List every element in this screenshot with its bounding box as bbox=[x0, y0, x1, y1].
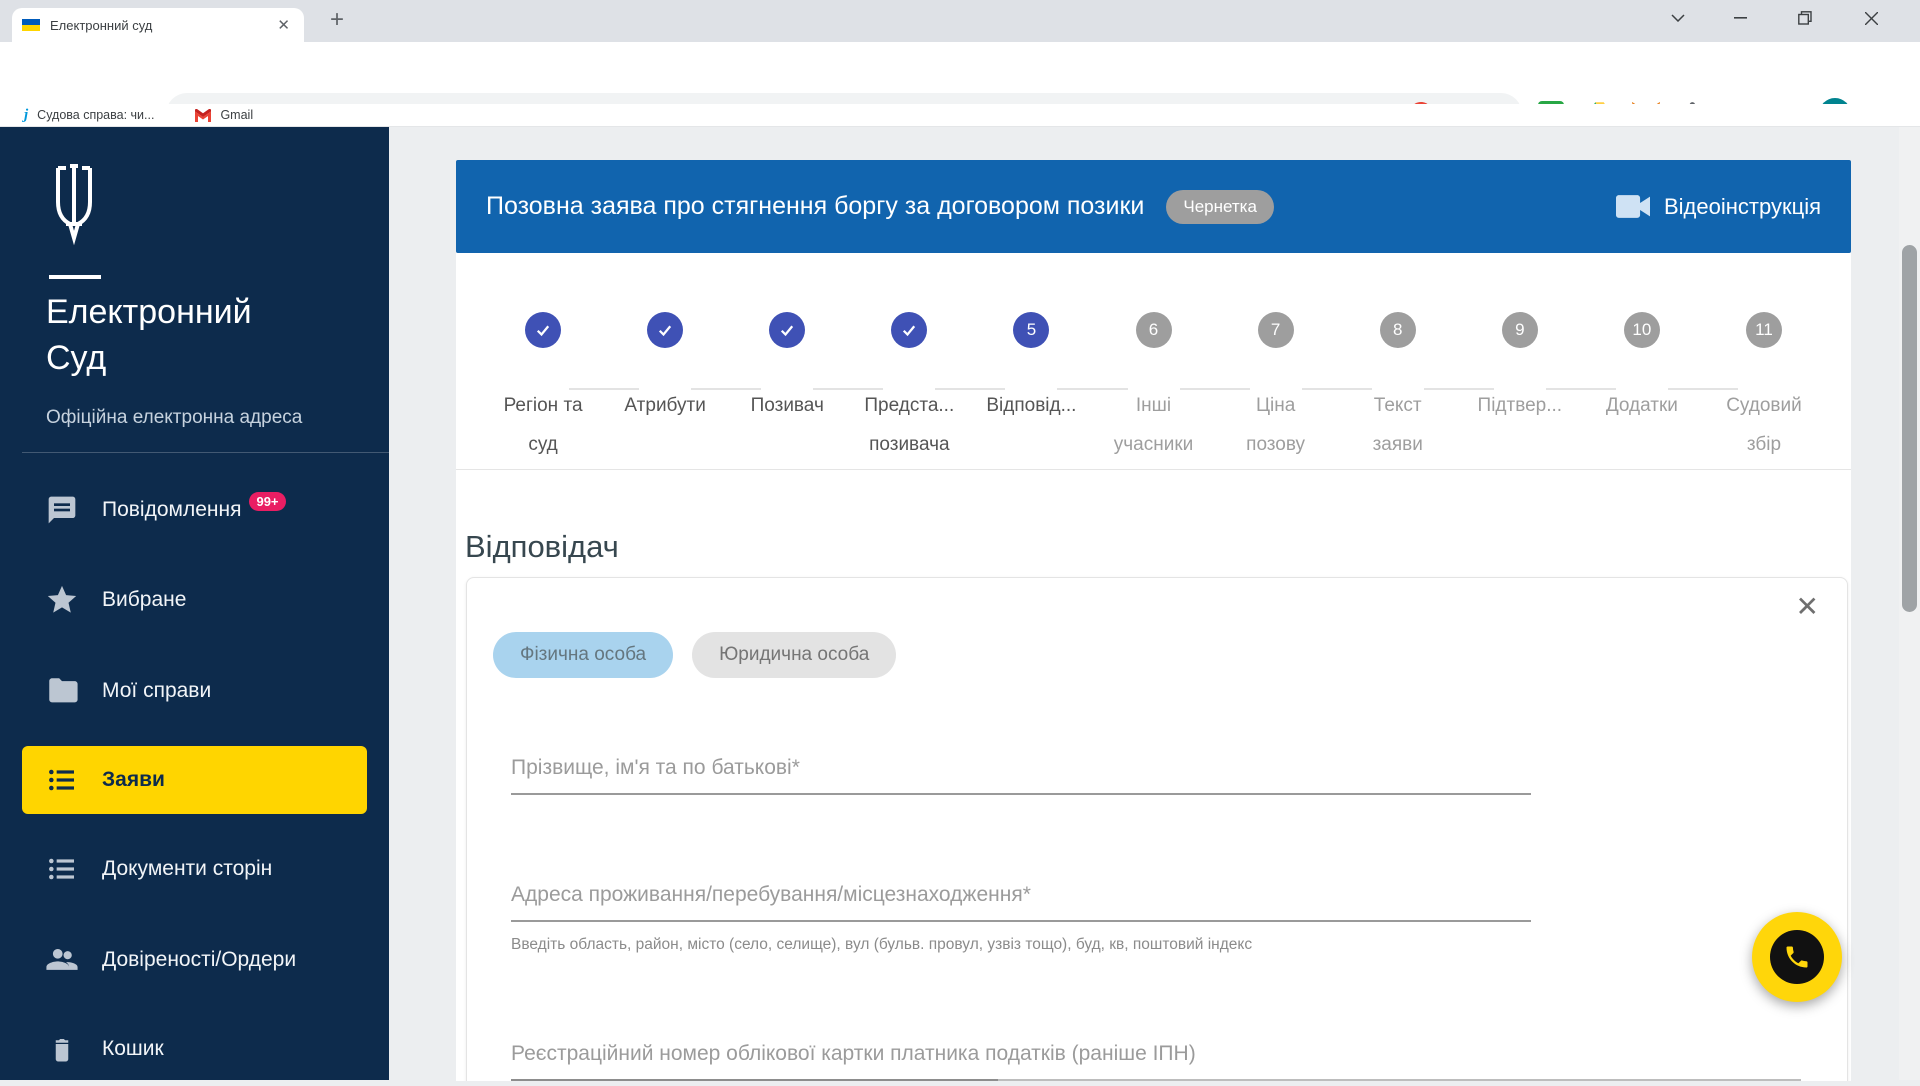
step-check-icon bbox=[769, 312, 806, 348]
window-close-button[interactable] bbox=[1848, 0, 1894, 36]
phone-icon bbox=[1770, 930, 1824, 984]
step-other-participants[interactable]: 6 Інші учасники bbox=[1057, 312, 1214, 469]
step-check-icon bbox=[647, 312, 684, 348]
tab-natural-person[interactable]: Фізична особа bbox=[493, 632, 674, 678]
input-underline bbox=[511, 920, 1531, 922]
video-instruction-link[interactable]: Відеоінструкція bbox=[1616, 194, 1821, 220]
sidebar-item-trash[interactable]: Кошик bbox=[0, 1012, 389, 1086]
sidebar-item-powers-of-attorney[interactable]: Довіреності/Ордери bbox=[0, 923, 389, 997]
gmail-icon bbox=[195, 108, 212, 122]
full-name-field[interactable]: Прізвище, ім'я та по батькові* bbox=[511, 756, 1531, 795]
folder-icon bbox=[44, 674, 80, 708]
list-icon bbox=[44, 764, 80, 796]
sidebar-item-label: Документи сторін bbox=[102, 857, 273, 880]
step-claim-text[interactable]: 8 Текст заяви bbox=[1301, 312, 1459, 469]
step-confirmation[interactable]: 9 Підтвер... bbox=[1423, 312, 1581, 469]
bookmark-court-case[interactable]: j Судова справа: чи... bbox=[24, 107, 154, 124]
tax-number-field[interactable]: Реєстраційний номер облікової картки пла… bbox=[511, 1042, 1801, 1081]
person-type-tabs: Фізична особа Юридична особа bbox=[493, 632, 897, 678]
tax-number-label: Реєстраційний номер облікової картки пла… bbox=[511, 1042, 1196, 1065]
step-number: 5 bbox=[1013, 312, 1050, 348]
sidebar-divider bbox=[22, 452, 389, 453]
step-number: 7 bbox=[1257, 312, 1294, 348]
sidebar-item-label: Мої справи bbox=[102, 679, 212, 702]
address-label: Адреса проживання/перебування/місцезнахо… bbox=[511, 883, 1031, 906]
chat-message-icon bbox=[44, 494, 80, 526]
input-underline bbox=[511, 793, 1531, 795]
sidebar-item-label: Вибране bbox=[102, 588, 187, 611]
step-defendant[interactable]: 5 Відповід... bbox=[935, 312, 1092, 469]
address-hint: Введіть область, район, місто (село, сел… bbox=[511, 936, 1253, 953]
step-check-icon bbox=[891, 312, 928, 348]
step-plaintiff[interactable]: Позивач bbox=[691, 312, 848, 469]
star-icon bbox=[44, 583, 80, 617]
page-scrollbar-thumb[interactable] bbox=[1902, 245, 1917, 612]
step-attributes[interactable]: Атрибути bbox=[569, 312, 726, 469]
new-tab-button[interactable]: + bbox=[322, 6, 352, 36]
bookmarks-bar: j Судова справа: чи... Gmail bbox=[0, 104, 1920, 127]
video-instruction-label: Відеоінструкція bbox=[1664, 193, 1821, 219]
step-number: 11 bbox=[1745, 312, 1782, 348]
card-close-icon[interactable]: ✕ bbox=[1796, 590, 1819, 623]
input-underline bbox=[511, 1079, 1801, 1081]
wizard-stepper: Регіон та суд Атрибути Позивач Предста...… bbox=[456, 253, 1851, 470]
step-check-icon bbox=[525, 312, 562, 348]
bookmark-gmail[interactable]: Gmail bbox=[194, 108, 253, 122]
sidebar-item-label: Повідомлення bbox=[102, 498, 242, 521]
defendant-card: ✕ Фізична особа Юридична особа Прізвище,… bbox=[466, 577, 1848, 1081]
sidebar-item-claims[interactable]: Заяви bbox=[22, 746, 367, 814]
sidebar-item-label: Кошик bbox=[102, 1037, 164, 1060]
minimize-button[interactable] bbox=[1717, 0, 1763, 36]
ukraine-flag-favicon bbox=[22, 19, 40, 31]
main-content: Позовна заява про стягнення боргу за дог… bbox=[389, 127, 1920, 1081]
bookmark-label: Судова справа: чи... bbox=[37, 108, 155, 122]
window-titlebar: Електронний суд ✕ + bbox=[0, 0, 1920, 42]
step-region-court[interactable]: Регіон та суд bbox=[482, 312, 604, 469]
bookmark-j-favicon: j bbox=[24, 106, 29, 123]
logo-divider-dash bbox=[49, 275, 101, 279]
sidebar: Електронний Суд Офіційна електронна адрес… bbox=[0, 127, 389, 1080]
claim-header: Позовна заява про стягнення боргу за дог… bbox=[456, 160, 1851, 253]
tab-search-chevron-icon[interactable] bbox=[1655, 0, 1701, 36]
step-number: 10 bbox=[1623, 312, 1660, 348]
sidebar-item-messages[interactable]: Повідомлення 99+ bbox=[0, 473, 389, 547]
bookmark-label: Gmail bbox=[220, 108, 254, 122]
step-number: 8 bbox=[1379, 312, 1416, 348]
step-number: 6 bbox=[1135, 312, 1172, 348]
trash-icon bbox=[44, 1034, 80, 1064]
videocam-icon bbox=[1616, 195, 1650, 218]
list-icon bbox=[44, 853, 80, 885]
step-claim-price[interactable]: 7 Ціна позову bbox=[1179, 312, 1337, 469]
app-title: Електронний Суд bbox=[46, 293, 252, 377]
browser-toolbar: ← → ⟳ cabinet.court.gov.ua/claims/f0c183… bbox=[0, 42, 1920, 135]
sidebar-item-label: Заяви bbox=[102, 768, 165, 791]
sidebar-item-label: Довіреності/Ордери bbox=[102, 948, 297, 971]
step-attachments[interactable]: 10 Додатки bbox=[1545, 312, 1703, 469]
step-number: 9 bbox=[1501, 312, 1538, 348]
draft-status-badge: Чернетка bbox=[1166, 189, 1274, 224]
step-court-fee[interactable]: 11 Судовий збір bbox=[1667, 312, 1825, 469]
unread-count-badge: 99+ bbox=[249, 491, 286, 511]
app-subtitle: Офіційна електронна адреса bbox=[46, 407, 303, 428]
tab-legal-entity[interactable]: Юридична особа bbox=[692, 632, 897, 678]
restore-button[interactable] bbox=[1782, 0, 1828, 36]
tryzub-trident-logo bbox=[56, 164, 92, 246]
full-name-label: Прізвище, ім'я та по батькові* bbox=[511, 756, 800, 779]
phone-support-button[interactable] bbox=[1752, 912, 1842, 1002]
claim-body-panel: Регіон та суд Атрибути Позивач Предста...… bbox=[456, 253, 1851, 1081]
sidebar-item-favorites[interactable]: Вибране bbox=[0, 563, 389, 637]
sidebar-item-party-documents[interactable]: Документи сторін bbox=[0, 832, 389, 906]
sidebar-item-my-cases[interactable]: Мої справи bbox=[0, 654, 389, 728]
tab-title: Електронний суд bbox=[50, 17, 153, 33]
section-title-defendant: Відповідач bbox=[465, 529, 619, 564]
address-field[interactable]: Адреса проживання/перебування/місцезнахо… bbox=[511, 883, 1531, 954]
browser-tab[interactable]: Електронний суд ✕ bbox=[12, 8, 304, 42]
step-plaintiff-representative[interactable]: Предста... позивача bbox=[813, 312, 970, 469]
claim-title: Позовна заява про стягнення боргу за дог… bbox=[486, 192, 1145, 220]
tab-close-icon[interactable]: ✕ bbox=[273, 16, 294, 34]
people-icon bbox=[44, 943, 80, 977]
